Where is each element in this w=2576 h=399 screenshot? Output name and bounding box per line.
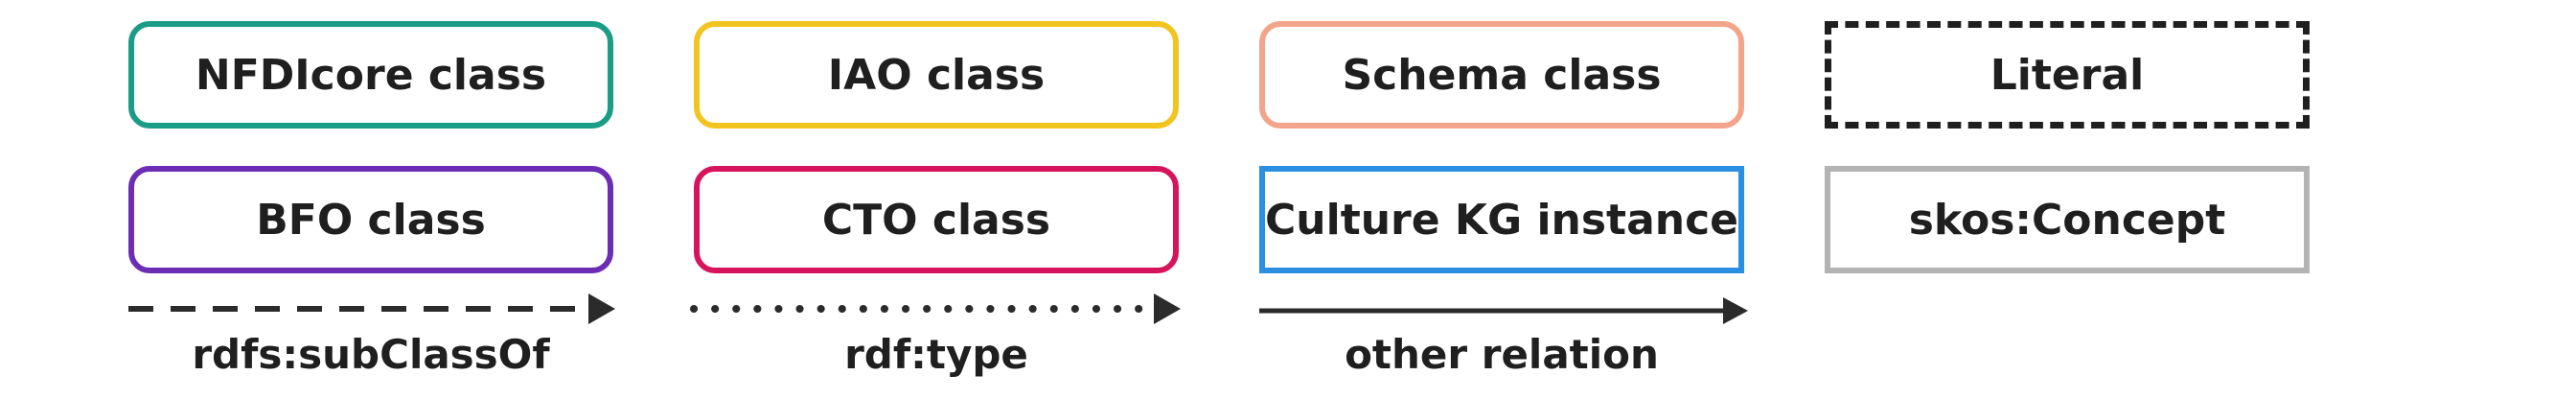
edge-label-other-relation: other relation [1345,331,1659,378]
subclassof-arrow [128,293,615,324]
type-arrow [690,293,1181,324]
edge-label-subclassof: rdfs:subClassOf [192,331,550,378]
other-relation-arrow [1259,297,1748,324]
edge-label-type: rdf:type [844,331,1028,378]
